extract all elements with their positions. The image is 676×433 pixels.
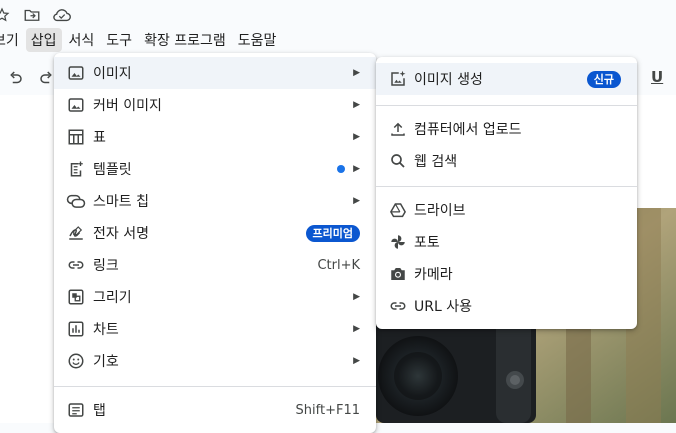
submenu-arrow-icon: ▶ (353, 356, 360, 366)
image-submenu: 이미지 생성 신규 컴퓨터에서 업로드 웹 검색 드라이브 포토 카메라 URL… (376, 57, 637, 329)
new-badge: 신규 (586, 70, 621, 88)
table-icon (66, 127, 86, 147)
shortcut-label: Ctrl+K (317, 257, 360, 273)
insert-menu-symbols[interactable]: 기호 ▶ (54, 345, 376, 377)
shortcut-label: Shift+F11 (295, 402, 360, 418)
submenu-arrow-icon: ▶ (353, 292, 360, 302)
insert-menu-chart[interactable]: 차트 ▶ (54, 313, 376, 345)
submenu-arrow-icon: ▶ (353, 164, 360, 174)
image-icon (66, 63, 86, 83)
insert-menu: 이미지 ▶ 커버 이미지 ▶ 표 ▶ 템플릿 ▶ 스마트 칩 ▶ 전자 서명 프… (54, 53, 376, 433)
upload-icon (388, 119, 408, 139)
link-icon (388, 296, 408, 316)
menu-bar: 보기 삽입 서식 도구 확장 프로그램 도움말 (0, 28, 283, 52)
menu-extensions[interactable]: 확장 프로그램 (139, 28, 231, 52)
drive-icon (388, 200, 408, 220)
menu-format[interactable]: 서식 (64, 28, 100, 52)
tab-icon (66, 400, 86, 420)
emoji-icon (66, 351, 86, 371)
submenu-arrow-icon: ▶ (353, 324, 360, 334)
link-icon (66, 255, 86, 275)
insert-menu-image[interactable]: 이미지 ▶ (54, 57, 376, 89)
submenu-arrow-icon: ▶ (353, 68, 360, 78)
menu-insert[interactable]: 삽입 (25, 28, 62, 52)
image-submenu-web-search[interactable]: 웹 검색 (376, 145, 637, 177)
smart-chip-icon (66, 191, 86, 211)
camera-icon (388, 264, 408, 284)
menu-separator (376, 105, 637, 106)
search-icon (388, 151, 408, 171)
insert-menu-table[interactable]: 표 ▶ (54, 121, 376, 153)
submenu-arrow-icon: ▶ (353, 100, 360, 110)
signature-icon (66, 223, 86, 243)
image-submenu-photos[interactable]: 포토 (376, 226, 637, 258)
submenu-arrow-icon: ▶ (353, 196, 360, 206)
image-submenu-upload[interactable]: 컴퓨터에서 업로드 (376, 113, 637, 145)
insert-menu-template[interactable]: 템플릿 ▶ (54, 153, 376, 185)
premium-badge: 프리미엄 (305, 224, 360, 242)
image-submenu-camera[interactable]: 카메라 (376, 258, 637, 290)
insert-menu-smart-chip[interactable]: 스마트 칩 ▶ (54, 185, 376, 217)
title-icons (0, 4, 82, 26)
image-submenu-url[interactable]: URL 사용 (376, 290, 637, 322)
insert-menu-link[interactable]: 링크 Ctrl+K (54, 249, 376, 281)
template-icon (66, 159, 86, 179)
cover-image-icon (66, 95, 86, 115)
insert-menu-esignature[interactable]: 전자 서명 프리미엄 (54, 217, 376, 249)
image-submenu-drive[interactable]: 드라이브 (376, 194, 637, 226)
image-submenu-generate[interactable]: 이미지 생성 신규 (376, 63, 637, 95)
undo-icon[interactable] (6, 69, 24, 91)
underline-button[interactable]: U (651, 68, 663, 86)
menu-separator (54, 386, 376, 387)
chart-icon (66, 319, 86, 339)
move-folder-icon[interactable] (22, 5, 42, 25)
menu-tools[interactable]: 도구 (101, 28, 137, 52)
star-icon[interactable] (0, 5, 12, 25)
submenu-arrow-icon: ▶ (353, 132, 360, 142)
insert-menu-drawing[interactable]: 그리기 ▶ (54, 281, 376, 313)
drawing-icon (66, 287, 86, 307)
menu-separator (376, 186, 637, 187)
generate-image-icon (388, 69, 408, 89)
insert-menu-cover-image[interactable]: 커버 이미지 ▶ (54, 89, 376, 121)
menu-help[interactable]: 도움말 (233, 28, 282, 52)
insert-menu-tab[interactable]: 탭 Shift+F11 (54, 394, 376, 426)
photos-icon (388, 232, 408, 252)
new-feature-dot (337, 165, 345, 173)
cloud-saved-icon[interactable] (52, 5, 72, 25)
menu-view[interactable]: 보기 (0, 28, 24, 52)
